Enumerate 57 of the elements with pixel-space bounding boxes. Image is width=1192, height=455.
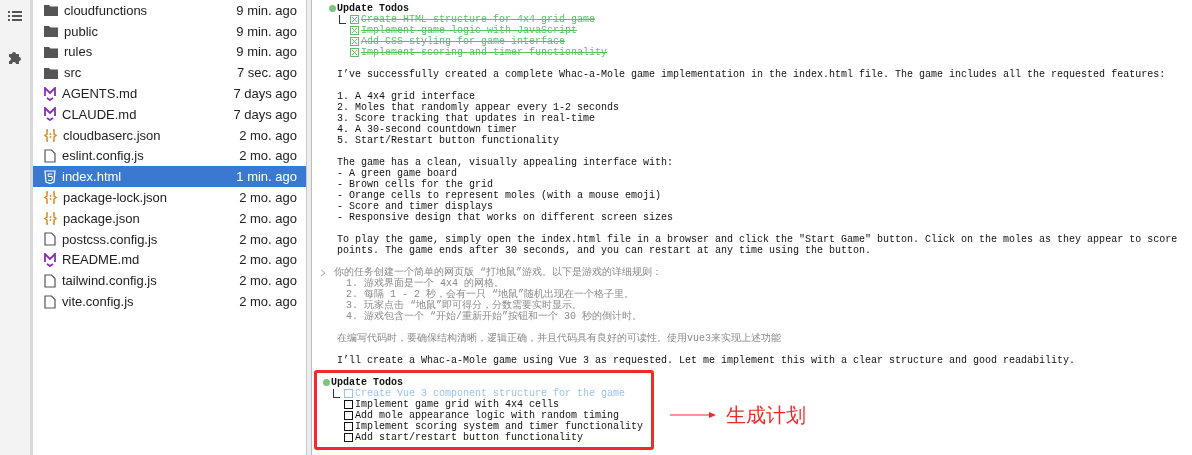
annotation-label: 生成计划 xyxy=(726,402,806,429)
folder-icon xyxy=(44,66,58,79)
file-row[interactable]: CLAUDE.md 7 days ago xyxy=(33,104,306,125)
todo-item: Implement game grid with 4x4 cells xyxy=(355,399,560,410)
file-icon xyxy=(44,232,56,247)
status-dot-icon xyxy=(329,5,336,12)
todo-item: Add CSS styling for game interface xyxy=(361,36,566,47)
file-row[interactable]: eslint.config.js 2 mo. ago xyxy=(33,145,306,167)
markdown-icon xyxy=(44,107,56,122)
file-row[interactable]: README.md 2 mo. ago xyxy=(33,249,306,271)
todo-item: Implement scoring and timer functionality xyxy=(361,47,608,58)
file-row[interactable]: package.json 2 mo. ago xyxy=(33,207,306,229)
file-row[interactable]: vite.config.js 2 mo. ago xyxy=(33,291,306,312)
tree-corner-icon xyxy=(333,389,340,398)
file-row[interactable]: rules 9 min. ago xyxy=(33,41,306,63)
folder-icon xyxy=(44,25,58,38)
file-row[interactable]: AGENTS.md 7 days ago xyxy=(33,83,306,104)
file-row[interactable]: cloudbaserc.json 2 mo. ago xyxy=(33,124,306,146)
todo-item: Implement game logic with JavaScript xyxy=(361,25,578,36)
output-text: 1. A 4x4 grid interface 2. Moles that randomly appear every 1-2 seconds 3. Score tracking that updates in real-time 4. A 30-second countdown timer 5. Start/Restart button functionality xyxy=(336,91,621,146)
file-row[interactable]: cloudfunctions 9 min. ago xyxy=(33,0,306,21)
puzzle-icon xyxy=(7,50,23,65)
tree-corner-icon xyxy=(339,15,346,24)
markdown-icon xyxy=(44,86,56,101)
todos-title: Update Todos xyxy=(331,377,403,388)
markdown-icon xyxy=(44,252,56,267)
output-text: To play the game, simply open the index.html file in a browser and click the "Start Game" button. Click on the moles as they appear to score points. The game ends after 30 seconds, and you can restart at any time using the button. xyxy=(336,234,1179,256)
file-row[interactable]: postcss.config.js 2 mo. ago xyxy=(33,228,306,250)
file-row[interactable]: package-lock.json 2 mo. ago xyxy=(33,187,306,208)
file-row[interactable]: index.html 1 min. ago xyxy=(33,166,306,188)
prompt-text: 你的任务创建一个简单的网页版 “打地鼠”游戏。以下是游戏的详细规则： 1. 游戏界面是一个 4x4 的网格。 2. 每隔 1 - 2 秒，会有一只 “地鼠”随机出现在一个格子里。 3. 玩家点击 “地鼠”即可得分，分数需要实时显示。 4. 游戏包含一个 “开始/重新开始”按钮和一个 30 秒的倒计时。 xyxy=(334,267,662,322)
prompt-text: 在编写代码时，要确保结构清晰，逻辑正确，并且代码具有良好的可读性。使用vue3来实现上述功能 xyxy=(336,333,782,344)
html-file-icon xyxy=(44,169,56,184)
todo-item: Add start/restart button functionality xyxy=(355,432,584,443)
todo-item: Add mole appearance logic with random timing xyxy=(355,410,620,421)
chevron-icon xyxy=(320,269,326,277)
braces-icon xyxy=(44,128,57,142)
todos-title: Update Todos xyxy=(337,3,409,14)
todo-item: Create Vue 3 component structure for the game xyxy=(355,388,626,399)
file-row[interactable]: public 9 min. ago xyxy=(33,20,306,42)
file-icon xyxy=(44,148,56,163)
folder-icon xyxy=(44,4,58,17)
todo-item: Create HTML structure for 4x4 grid game xyxy=(361,14,596,25)
list-icon xyxy=(8,10,22,22)
braces-icon xyxy=(44,191,57,205)
output-text: I’ll create a Whac-a-Mole game using Vue 3 as requested. Let me implement this with a clear structure and good readability. xyxy=(336,355,1077,366)
arrow-icon xyxy=(670,412,716,418)
todo-item: Implement scoring system and timer functionality xyxy=(355,421,644,432)
output-text: I’ve successfully created a complete Whac-a-Mole game implementation in the index.html file. The game includes all the requested features: xyxy=(336,69,1167,80)
file-icon xyxy=(44,273,56,288)
file-row[interactable]: tailwind.config.js 2 mo. ago xyxy=(33,270,306,292)
file-row[interactable]: src 7 sec. ago xyxy=(33,62,306,84)
status-dot-icon xyxy=(323,379,330,386)
braces-icon xyxy=(44,211,57,225)
file-icon xyxy=(44,294,56,309)
output-text: The game has a clean, visually appealing interface with: - A green game board - Brown cells for the grid - Orange cells to represent moles (with a mouse emoji) - Score and timer displays - Responsive design that works on different screen sizes xyxy=(336,157,675,223)
folder-icon xyxy=(44,46,58,58)
